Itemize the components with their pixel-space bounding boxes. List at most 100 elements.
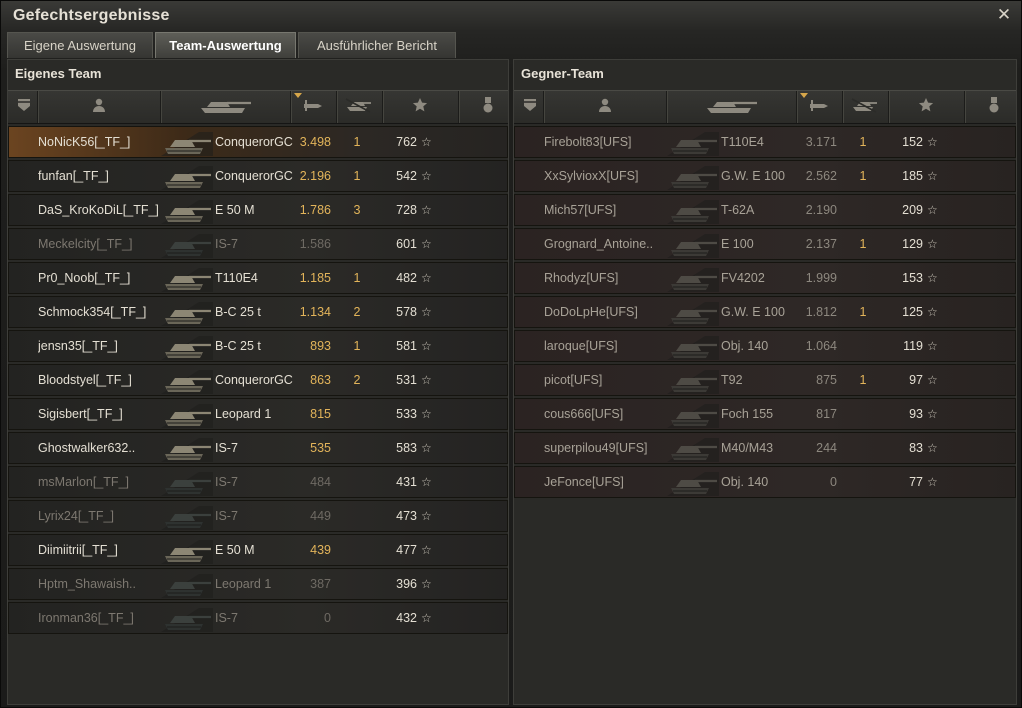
player-row[interactable]: NoNicK56[_TF_] ConquerorGC 3.498 1 762 ☆ [8, 126, 508, 158]
xp-value: 152 [902, 135, 923, 149]
tank-icon [665, 436, 719, 462]
player-row[interactable]: jensn35[_TF_] B-C 25 t 893 1 581 ☆ [8, 330, 508, 362]
player-row[interactable]: Mich57[UFS] T-62A 2.190 209 ☆ [514, 194, 1016, 226]
column-header-damage[interactable] [796, 91, 843, 123]
column-header-kills[interactable] [336, 91, 383, 123]
xp-value: 762 [396, 135, 417, 149]
tank-icon [159, 130, 213, 156]
xp-value: 583 [396, 441, 417, 455]
player-name: Firebolt83[UFS] [544, 135, 632, 149]
player-row[interactable]: Pr0_Noob[_TF_] T110E4 1.185 1 482 ☆ [8, 262, 508, 294]
player-row[interactable]: Hptm_Shawaish.. Leopard 1 387 396 ☆ [8, 568, 508, 600]
kills-value [855, 399, 871, 429]
tab-ausfuehrlicher-bericht[interactable]: Ausführlicher Bericht [298, 32, 456, 58]
tab-team-auswertung[interactable]: Team-Auswertung [155, 32, 296, 58]
player-row[interactable]: Rhodyz[UFS] FV4202 1.999 153 ☆ [514, 262, 1016, 294]
column-header-damage[interactable] [290, 91, 337, 123]
kills-value: 1 [353, 339, 361, 353]
tank-icon [665, 470, 719, 496]
xp-value: 129 [902, 237, 923, 251]
tank-icon [665, 130, 719, 156]
player-row[interactable]: XxSylvioxX[UFS] G.W. E 100 2.562 1 185 ☆ [514, 160, 1016, 192]
kills-value [349, 467, 365, 497]
enemy-team-header [514, 90, 1016, 124]
xp-value: 728 [396, 203, 417, 217]
kills-value [349, 603, 365, 633]
column-header-kills[interactable] [842, 91, 889, 123]
tank-icon [665, 368, 719, 394]
player-row[interactable]: Diimiitrii[_TF_] E 50 M 439 477 ☆ [8, 534, 508, 566]
damage-value: 2.190 [805, 203, 837, 217]
damage-value: 535 [310, 441, 331, 455]
damage-value: 2.562 [805, 169, 837, 183]
player-row[interactable]: Sigisbert[_TF_] Leopard 1 815 533 ☆ [8, 398, 508, 430]
tank-icon [665, 334, 719, 360]
close-icon[interactable]: ✕ [995, 6, 1013, 24]
column-header-tank[interactable] [160, 91, 291, 123]
player-row[interactable]: Grognard_Antoine.. E 100 2.137 1 129 ☆ [514, 228, 1016, 260]
tank-icon [665, 164, 719, 190]
kills-value [855, 433, 871, 463]
tank-icon [159, 164, 213, 190]
shield-icon [522, 97, 538, 117]
column-header-player[interactable] [37, 91, 161, 123]
star-icon: ☆ [927, 135, 938, 149]
player-row[interactable]: msMarlon[_TF_] IS-7 484 431 ☆ [8, 466, 508, 498]
damage-value: 3.498 [299, 135, 331, 149]
player-row[interactable]: DaS_KroKoDiL[_TF_] E 50 M 1.786 3 728 ☆ [8, 194, 508, 226]
tank-icon [159, 300, 213, 326]
player-row[interactable]: Firebolt83[UFS] T110E4 3.171 1 152 ☆ [514, 126, 1016, 158]
column-header-medal[interactable] [964, 91, 1022, 123]
shield-icon [16, 97, 32, 117]
player-row[interactable]: Schmock354[_TF_] B-C 25 t 1.134 2 578 ☆ [8, 296, 508, 328]
player-name: Rhodyz[UFS] [544, 271, 619, 285]
xp-value: 125 [902, 305, 923, 319]
player-row[interactable]: Ironman36[_TF_] IS-7 0 432 ☆ [8, 602, 508, 634]
damage-value: 1.064 [805, 339, 837, 353]
xp-value: 601 [396, 237, 417, 251]
damage-value: 449 [310, 509, 331, 523]
battle-results-window: Gefechtsergebnisse ✕ Eigene Auswertung T… [0, 0, 1022, 708]
player-row[interactable]: Lyrix24[_TF_] IS-7 449 473 ☆ [8, 500, 508, 532]
player-row[interactable]: funfan[_TF_] ConquerorGC 2.196 1 542 ☆ [8, 160, 508, 192]
xp-value: 83 [909, 441, 923, 455]
player-name: msMarlon[_TF_] [38, 475, 129, 489]
star-icon: ☆ [421, 611, 432, 625]
star-icon: ☆ [927, 407, 938, 421]
column-header-medal[interactable] [458, 91, 519, 123]
player-row[interactable]: DoDoLpHe[UFS] G.W. E 100 1.812 1 125 ☆ [514, 296, 1016, 328]
tank-icon [159, 368, 213, 394]
kills-value: 1 [859, 305, 867, 319]
damage-value: 817 [816, 407, 837, 421]
column-header-shield[interactable] [11, 91, 38, 123]
tab-eigene-auswertung[interactable]: Eigene Auswertung [7, 32, 153, 58]
title-bar: Gefechtsergebnisse ✕ [1, 1, 1021, 31]
damage-value: 0 [324, 611, 331, 625]
column-header-xp-star[interactable] [382, 91, 459, 123]
player-row[interactable]: Meckelcity[_TF_] IS-7 1.586 601 ☆ [8, 228, 508, 260]
player-row[interactable]: picot[UFS] T92 875 1 97 ☆ [514, 364, 1016, 396]
player-row[interactable]: laroque[UFS] Obj. 140 1.064 119 ☆ [514, 330, 1016, 362]
player-row[interactable]: Ghostwalker632.. IS-7 535 583 ☆ [8, 432, 508, 464]
star-icon: ☆ [927, 203, 938, 217]
star-icon: ☆ [421, 407, 432, 421]
damage-icon [808, 97, 830, 117]
damage-value: 1.586 [299, 237, 331, 251]
player-name: NoNicK56[_TF_] [38, 135, 131, 149]
xp-value: 542 [396, 169, 417, 183]
medal-icon [988, 96, 1000, 118]
star-icon: ☆ [421, 169, 432, 183]
player-row[interactable]: Bloodstyel[_TF_] ConquerorGC 863 2 531 ☆ [8, 364, 508, 396]
column-header-xp-star[interactable] [888, 91, 965, 123]
star-icon: ☆ [927, 475, 938, 489]
star-icon: ☆ [927, 373, 938, 387]
column-header-shield[interactable] [517, 91, 544, 123]
kills-value [349, 229, 365, 259]
column-header-player[interactable] [543, 91, 667, 123]
kills-value [855, 195, 871, 225]
player-row[interactable]: superpilou49[UFS] M40/M43 244 83 ☆ [514, 432, 1016, 464]
player-row[interactable]: cous666[UFS] Foch 155 817 93 ☆ [514, 398, 1016, 430]
window-title: Gefechtsergebnisse [13, 7, 170, 24]
column-header-tank[interactable] [666, 91, 797, 123]
player-row[interactable]: JeFonce[UFS] Obj. 140 0 77 ☆ [514, 466, 1016, 498]
